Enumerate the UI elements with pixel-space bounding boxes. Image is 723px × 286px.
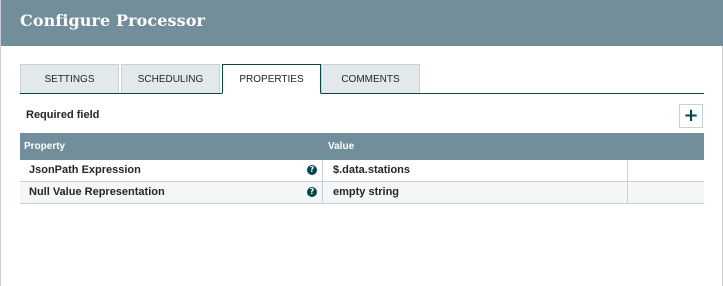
column-header-property[interactable]: Property (24, 141, 65, 152)
property-name: Null Value Representation (29, 186, 165, 198)
question-icon[interactable]: ? (307, 165, 317, 175)
column-divider (627, 182, 628, 204)
column-divider (627, 160, 628, 182)
add-property-button[interactable]: + (679, 104, 703, 128)
tab-comments[interactable]: COMMENTS (321, 64, 420, 93)
tab-bar: SETTINGS SCHEDULING PROPERTIES COMMENTS (20, 64, 704, 94)
tab-properties[interactable]: PROPERTIES (222, 64, 321, 94)
property-value[interactable]: empty string (333, 186, 399, 198)
tab-settings[interactable]: SETTINGS (20, 64, 119, 93)
property-name: JsonPath Expression (29, 164, 141, 176)
properties-table: Property Value JsonPath Expression ? $.d… (20, 133, 704, 204)
required-field-label: Required field (26, 109, 100, 121)
column-divider (322, 182, 323, 204)
dialog-header: Configure Processor (1, 0, 723, 46)
column-divider (322, 160, 323, 182)
table-row[interactable]: Null Value Representation ? empty string (20, 182, 704, 204)
column-header-value[interactable]: Value (328, 141, 354, 152)
property-value[interactable]: $.data.stations (333, 164, 410, 176)
plus-icon: + (683, 105, 699, 126)
table-row[interactable]: JsonPath Expression ? $.data.stations (20, 160, 704, 182)
configure-processor-dialog: Configure Processor SETTINGS SCHEDULING … (0, 0, 723, 286)
question-icon[interactable]: ? (307, 187, 317, 197)
dialog-title: Configure Processor (20, 11, 206, 30)
tab-scheduling[interactable]: SCHEDULING (121, 64, 220, 93)
table-header: Property Value (20, 133, 704, 160)
